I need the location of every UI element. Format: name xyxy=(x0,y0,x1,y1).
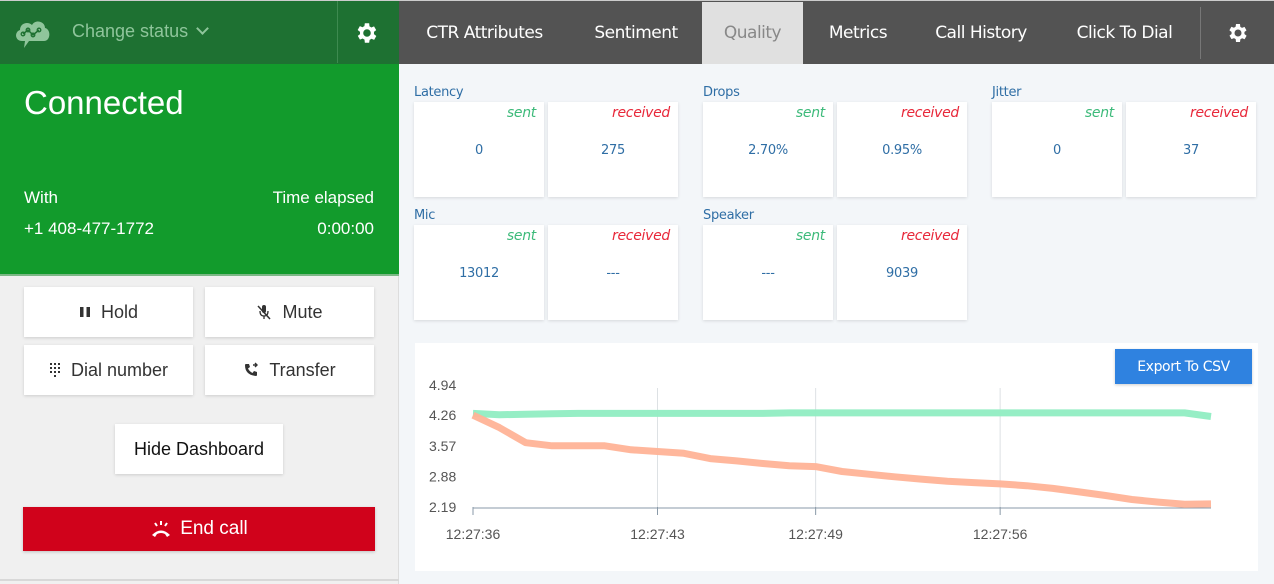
sent-label: sent xyxy=(506,105,536,121)
change-status-label: Change status xyxy=(72,21,189,41)
metric-value: 37 xyxy=(1183,143,1199,158)
metric-value: 2.70% xyxy=(748,143,788,158)
received-label: received xyxy=(901,105,959,121)
transfer-button[interactable]: Transfer xyxy=(205,345,374,395)
mute-button[interactable]: Mute xyxy=(205,287,374,337)
dial-number-button[interactable]: Dial number xyxy=(24,345,193,395)
metric-title: Latency xyxy=(414,85,464,100)
sent-label: sent xyxy=(506,228,536,244)
received-label: received xyxy=(612,105,670,121)
received-label: received xyxy=(1190,105,1248,121)
export-label: Export To CSV xyxy=(1137,358,1230,375)
tab-metrics[interactable]: Metrics xyxy=(803,2,913,64)
metric-card-sent: sent 2.70% xyxy=(703,102,833,197)
with-label: With xyxy=(24,188,58,207)
sent-label: sent xyxy=(795,105,825,121)
tab-sentiment[interactable]: Sentiment xyxy=(570,2,702,64)
metric-value: 275 xyxy=(601,143,625,158)
settings-gear-icon[interactable] xyxy=(354,20,380,46)
tab-quality[interactable]: Quality xyxy=(702,2,803,73)
metric-card-sent: sent 13012 xyxy=(414,225,544,320)
tab-label: Quality xyxy=(723,23,782,43)
metric-value: 0 xyxy=(1053,143,1061,158)
tab-label: Metrics xyxy=(828,23,888,43)
cloud-logo-icon xyxy=(16,21,50,48)
metric-value: --- xyxy=(606,266,620,281)
metric-title: Drops xyxy=(703,85,740,100)
metric-title: Speaker xyxy=(703,208,754,223)
hide-dashboard-label: Hide Dashboard xyxy=(133,438,265,459)
tab-click-to-dial[interactable]: Click To Dial xyxy=(1049,2,1200,64)
metric-card-sent: sent 0 xyxy=(992,102,1122,197)
tab-label: Click To Dial xyxy=(1076,23,1173,43)
time-elapsed-label: Time elapsed xyxy=(272,188,374,207)
received-label: received xyxy=(612,228,670,244)
header-divider xyxy=(337,1,338,63)
phone-forward-icon xyxy=(245,362,259,376)
export-to-csv-button[interactable]: Export To CSV xyxy=(1115,349,1252,384)
mic-off-icon xyxy=(257,305,272,320)
softphone-panel: Change status Connected With +1 408-477-… xyxy=(0,0,399,584)
end-call-label: End call xyxy=(180,518,248,539)
metric-card-received: received 9039 xyxy=(837,225,967,320)
hold-label: Hold xyxy=(100,301,139,322)
tab-label: CTR Attributes xyxy=(426,23,543,43)
received-label: received xyxy=(901,228,959,244)
metric-value: --- xyxy=(761,266,775,281)
time-elapsed-value: 0:00:00 xyxy=(317,219,374,238)
metric-card-sent: sent 0 xyxy=(414,102,544,197)
tab-ctr-attributes[interactable]: CTR Attributes xyxy=(399,2,570,64)
metric-title: Mic xyxy=(414,208,436,223)
mute-label: Mute xyxy=(282,301,323,322)
sent-label: sent xyxy=(1084,105,1114,121)
metric-card-received: received --- xyxy=(548,225,678,320)
change-status-dropdown[interactable]: Change status xyxy=(72,21,209,42)
connection-status-card: Connected With +1 408-477-1772 Time elap… xyxy=(0,64,399,276)
chevron-down-icon xyxy=(196,22,209,35)
tab-divider xyxy=(1200,7,1201,59)
pause-icon xyxy=(79,307,90,317)
hide-dashboard-button[interactable]: Hide Dashboard xyxy=(115,424,283,474)
panel-bottom-border xyxy=(0,579,399,581)
dialpad-icon xyxy=(49,363,60,377)
transfer-label: Transfer xyxy=(269,359,336,380)
hang-up-icon xyxy=(152,521,171,537)
sent-label: sent xyxy=(795,228,825,244)
metric-card-received: received 275 xyxy=(548,102,678,197)
metric-card-sent: sent --- xyxy=(703,225,833,320)
hold-button[interactable]: Hold xyxy=(24,287,193,337)
caller-phone-number: +1 408-477-1772 xyxy=(24,219,154,238)
metric-card-received: received 37 xyxy=(1126,102,1256,197)
metric-card-received: received 0.95% xyxy=(837,102,967,197)
connection-state: Connected xyxy=(24,84,184,121)
tab-call-history[interactable]: Call History xyxy=(913,2,1049,64)
softphone-header: Change status xyxy=(0,0,399,64)
metric-value: 0.95% xyxy=(882,143,922,158)
metric-value: 13012 xyxy=(459,266,499,281)
end-call-button[interactable]: End call xyxy=(23,507,375,551)
tab-label: Sentiment xyxy=(594,23,678,43)
tab-label: Call History xyxy=(935,23,1027,43)
metric-value: 9039 xyxy=(886,266,918,281)
metric-value: 0 xyxy=(475,143,483,158)
dashboard-settings-gear-icon[interactable] xyxy=(1226,21,1250,45)
metric-title: Jitter xyxy=(992,85,1022,100)
dashboard-tab-bar: CTR Attributes Sentiment Quality Metrics… xyxy=(399,0,1274,73)
dial-number-label: Dial number xyxy=(70,359,169,380)
